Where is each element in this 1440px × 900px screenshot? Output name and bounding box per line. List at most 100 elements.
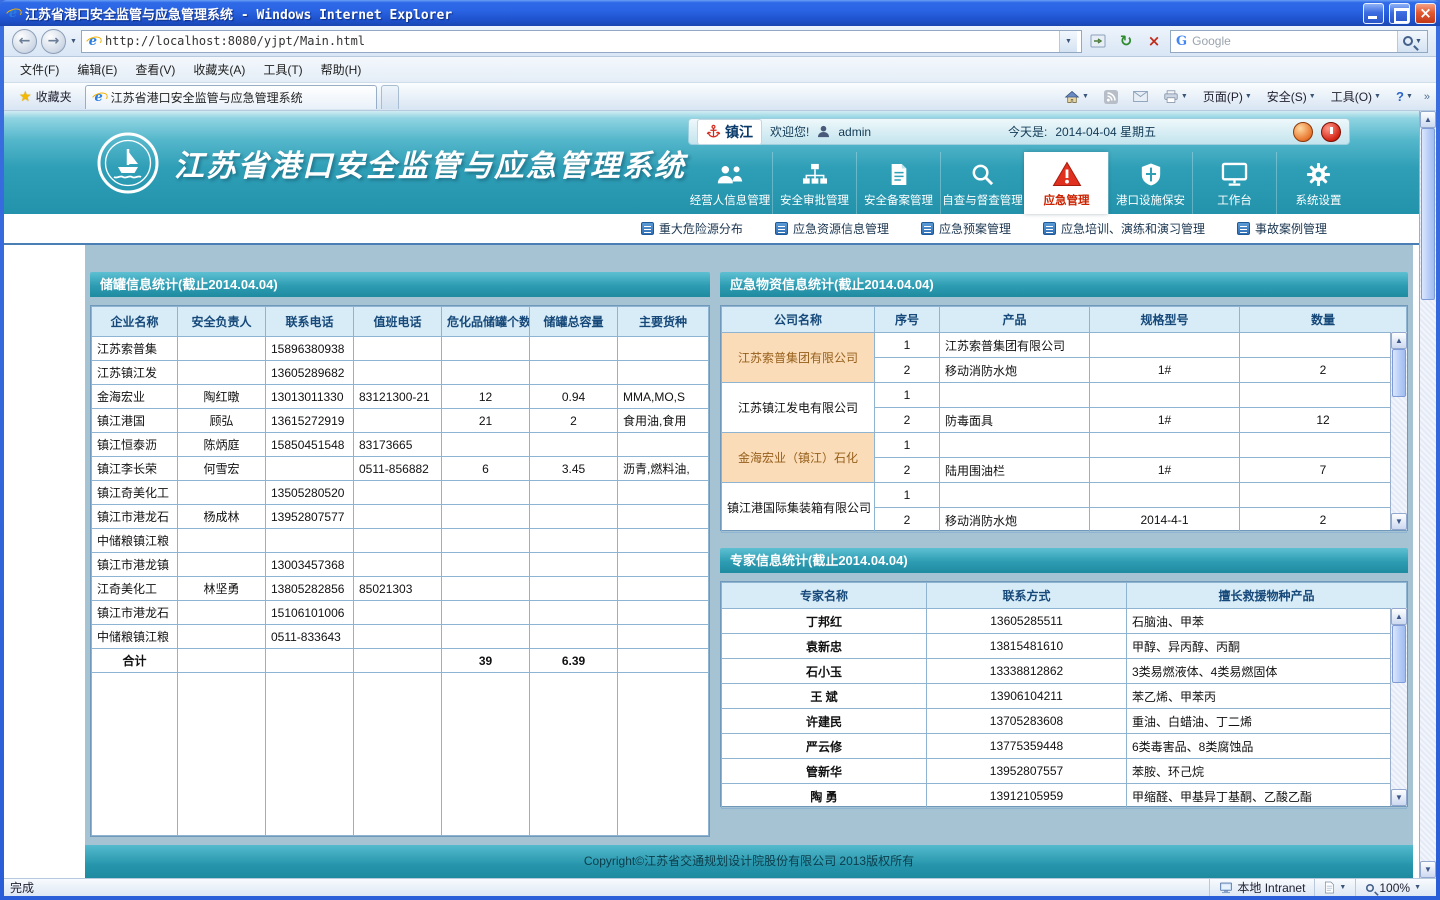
experts-scrollbar[interactable]: ▲ ▼	[1390, 608, 1407, 806]
cell	[618, 433, 709, 457]
new-tab-button[interactable]	[381, 85, 399, 109]
tab-active[interactable]: e 江苏省港口安全监管与应急管理系统	[85, 85, 377, 109]
scroll-down-button[interactable]: ▼	[1391, 513, 1407, 530]
city-selector[interactable]: 镇江	[697, 119, 762, 145]
scroll-up-button[interactable]: ▲	[1391, 332, 1407, 349]
scroll-up-button[interactable]: ▲	[1391, 608, 1407, 625]
nav-item-record[interactable]: 安全备案管理	[856, 152, 940, 214]
tools-menu-button[interactable]: 工具(O) ▼	[1327, 86, 1385, 107]
logout-icon[interactable]	[1321, 122, 1341, 142]
table-row[interactable]: 江苏镇江发13605289682	[92, 361, 709, 385]
print-button[interactable]: ▼	[1159, 88, 1192, 106]
table-row[interactable]: 管新华13952807557苯胺、环己烷	[722, 759, 1407, 784]
address-dropdown-button[interactable]: ▼	[1059, 31, 1077, 52]
close-button[interactable]	[1415, 3, 1436, 24]
nav-item-approval[interactable]: 安全审批管理	[772, 152, 856, 214]
table-row[interactable]: 江苏镇江发电有限公司1	[722, 383, 1407, 408]
table-row[interactable]: 陶 勇13912105959甲缩醛、甲基异丁基酮、乙酸乙酯	[722, 784, 1407, 809]
scrollbar-thumb[interactable]	[1392, 349, 1406, 397]
table-row[interactable]: 严云修137753594486类毒害品、8类腐蚀品	[722, 734, 1407, 759]
feeds-button[interactable]	[1100, 88, 1122, 106]
scrollbar-track[interactable]	[1420, 128, 1436, 861]
favorites-button[interactable]: ★ 收藏夹	[10, 84, 81, 109]
subnav-item-resource-info[interactable]: 应急资源信息管理	[775, 220, 889, 237]
table-row[interactable]: 镇江港国际集装箱有限公司1	[722, 483, 1407, 508]
security-menu-button[interactable]: 安全(S) ▼	[1263, 86, 1320, 107]
table-row[interactable]: 金海宏业（镇江）石化1	[722, 433, 1407, 458]
scroll-up-button[interactable]: ▲	[1420, 111, 1436, 128]
history-dropdown-icon[interactable]: ▼	[70, 38, 77, 45]
nav-item-workbench[interactable]: 工作台	[1192, 152, 1276, 214]
table-row[interactable]: 中储粮镇江粮	[92, 529, 709, 553]
nav-item-inspection[interactable]: 自查与督查管理	[940, 152, 1024, 214]
menu-view[interactable]: 查看(V)	[127, 58, 183, 81]
forward-button[interactable]: →	[41, 29, 66, 54]
overflow-chevron-icon[interactable]: »	[1424, 91, 1430, 103]
help-button[interactable]: ?▼	[1392, 87, 1417, 106]
cell	[178, 361, 266, 385]
cell	[354, 409, 442, 433]
search-box[interactable]: G Google ▼	[1170, 30, 1428, 53]
menu-tools[interactable]: 工具(T)	[255, 58, 310, 81]
table-row[interactable]: 许建民13705283608重油、白蜡油、丁二烯	[722, 709, 1407, 734]
home-dropdown-icon[interactable]: ▼	[1082, 93, 1089, 100]
home-button[interactable]: ▼	[1060, 88, 1093, 106]
scroll-down-button[interactable]: ▼	[1420, 861, 1436, 878]
table-row[interactable]: 王 斌13906104211苯乙烯、甲苯丙	[722, 684, 1407, 709]
subnav-item-plan-mgmt[interactable]: 应急预案管理	[921, 220, 1011, 237]
search-button[interactable]: ▼	[1397, 31, 1427, 52]
table-row[interactable]: 江苏索普集团有限公司1江苏索普集团有限公司	[722, 333, 1407, 358]
print-dropdown-icon[interactable]: ▼	[1181, 93, 1188, 100]
table-row[interactable]: 镇江市港龙镇13003457368	[92, 553, 709, 577]
minimize-button[interactable]	[1363, 3, 1384, 24]
subnav-item-hazard-distribution[interactable]: 重大危险源分布	[641, 220, 743, 237]
scrollbar-thumb[interactable]	[1421, 128, 1435, 300]
zoom-control[interactable]: 100% ▼	[1355, 879, 1430, 896]
scrollbar-track[interactable]	[1391, 625, 1407, 789]
table-row[interactable]: 金海宏业陶红暾1301301133083121300-21120.94MMA,M…	[92, 385, 709, 409]
maximize-button[interactable]	[1389, 3, 1410, 24]
protected-mode-button[interactable]: ▼	[1314, 879, 1355, 896]
stop-button[interactable]: ×	[1142, 29, 1166, 53]
menu-edit[interactable]: 编辑(E)	[69, 58, 125, 81]
menu-favorites[interactable]: 收藏夹(A)	[185, 58, 253, 81]
page-scrollbar[interactable]: ▲ ▼	[1419, 111, 1436, 878]
table-row[interactable]: 镇江李长荣何雪宏0511-85688263.45沥青,燃料油,	[92, 457, 709, 481]
nav-item-port-security[interactable]: 港口设施保安	[1108, 152, 1192, 214]
table-row[interactable]: 镇江市港龙石杨成林13952807577	[92, 505, 709, 529]
page-menu-button[interactable]: 页面(P) ▼	[1199, 86, 1256, 107]
table-row[interactable]: 镇江市港龙石15106101006	[92, 601, 709, 625]
refresh-button[interactable]: ↻	[1114, 29, 1138, 53]
nav-item-emergency[interactable]: 应急管理	[1024, 152, 1108, 214]
search-input[interactable]: Google	[1192, 34, 1392, 48]
home-page-icon[interactable]	[1293, 122, 1313, 142]
scrollbar-track[interactable]	[1391, 349, 1407, 513]
nav-item-settings[interactable]: 系统设置	[1276, 152, 1360, 214]
table-row[interactable]: 镇江港国顾弘13615272919212食用油,食用	[92, 409, 709, 433]
total-row[interactable]: 合计396.39	[92, 649, 709, 673]
address-field[interactable]: e http://localhost:8080/yjpt/Main.html ▼	[81, 30, 1082, 53]
subnav-item-training[interactable]: 应急培训、演练和演习管理	[1043, 220, 1205, 237]
table-row[interactable]: 石小玉133388128623类易燃液体、4类易燃固体	[722, 659, 1407, 684]
url-text[interactable]: http://localhost:8080/yjpt/Main.html	[105, 34, 1054, 48]
menu-help[interactable]: 帮助(H)	[313, 58, 370, 81]
scroll-down-button[interactable]: ▼	[1391, 789, 1407, 806]
search-dropdown-icon[interactable]: ▼	[1415, 38, 1422, 45]
compatibility-view-button[interactable]	[1086, 29, 1110, 53]
zone-indicator[interactable]: 本地 Intranet	[1209, 879, 1314, 896]
menu-file[interactable]: 文件(F)	[12, 58, 67, 81]
cell: 3.45	[530, 457, 618, 481]
table-row[interactable]: 中储粮镇江粮0511-833643	[92, 625, 709, 649]
table-row[interactable]: 镇江奇美化工13505280520	[92, 481, 709, 505]
table-row[interactable]: 袁新忠13815481610甲醇、异丙醇、丙酮	[722, 634, 1407, 659]
table-row[interactable]: 江奇美化工林坚勇1380528285685021303	[92, 577, 709, 601]
back-button[interactable]: ←	[12, 29, 37, 54]
table-row[interactable]: 江苏索普集15896380938	[92, 337, 709, 361]
table-row[interactable]: 镇江恒泰沥陈炳庭1585045154883173665	[92, 433, 709, 457]
subnav-item-case-mgmt[interactable]: 事故案例管理	[1237, 220, 1327, 237]
materials-scrollbar[interactable]: ▲ ▼	[1390, 332, 1407, 530]
scrollbar-thumb[interactable]	[1392, 625, 1406, 683]
table-row[interactable]: 丁邦红13605285511石脑油、甲苯	[722, 609, 1407, 634]
mail-button[interactable]	[1129, 89, 1152, 104]
nav-item-operators[interactable]: 经营人信息管理	[688, 152, 772, 214]
